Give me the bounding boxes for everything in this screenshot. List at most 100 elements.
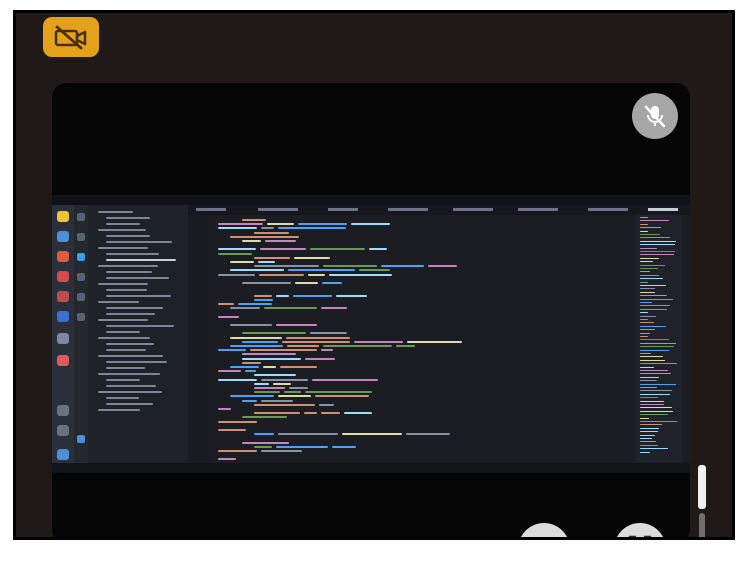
code-line-segment (315, 395, 369, 398)
minimap-line (640, 339, 669, 341)
code-line-segment (230, 366, 259, 368)
activity-icon (77, 253, 85, 261)
code-line-segment (254, 403, 315, 406)
code-line-segment (342, 433, 402, 436)
code-line-segment (230, 307, 260, 310)
minimap-line (640, 349, 669, 351)
code-line-segment (258, 261, 275, 263)
code-line-segment (260, 248, 306, 251)
minimap-line (640, 407, 672, 409)
code-line-segment (265, 240, 296, 242)
minimap-line (640, 366, 654, 368)
code-line-segment (254, 433, 274, 436)
mute-button[interactable] (632, 93, 678, 139)
code-line-segment (218, 315, 239, 318)
code-line-segment (254, 387, 285, 389)
minimap-line (640, 230, 648, 232)
editor-activity-bar (74, 205, 88, 463)
explorer-item (106, 397, 139, 399)
code-line-segment (278, 227, 346, 230)
fullscreen-icon (628, 535, 652, 537)
code-line-segment (230, 324, 272, 326)
minimap-line (640, 342, 676, 344)
dock-app-icon (57, 425, 69, 436)
activity-icon (77, 435, 85, 443)
code-line-segment (407, 340, 462, 343)
line-number-gutter (188, 215, 210, 463)
minimap-line (640, 431, 658, 433)
code-line-segment (396, 345, 415, 347)
code-line-segment (295, 282, 318, 284)
code-line-segment (218, 408, 231, 410)
explorer-item (106, 367, 145, 369)
minimap-line (640, 312, 648, 314)
code-line-segment (276, 445, 328, 448)
minimap-line (640, 404, 664, 405)
activity-icon (77, 213, 85, 221)
explorer-item (106, 361, 167, 363)
code-line-segment (230, 345, 283, 347)
explorer-item (106, 307, 163, 309)
explorer-item (106, 253, 159, 255)
code-line-segment (282, 340, 350, 343)
minimap-line (640, 427, 659, 429)
code-line-segment (319, 403, 334, 406)
minimap-line (640, 387, 657, 388)
shared-screen-content (52, 195, 690, 473)
minimap-line (640, 329, 655, 331)
explorer-item (106, 241, 172, 243)
code-line-segment (230, 235, 299, 238)
minimap-line (640, 268, 658, 269)
minimap-line (640, 424, 662, 426)
code-line-segment (351, 223, 390, 226)
code-line-segment (280, 366, 317, 368)
code-line-segment (321, 349, 333, 352)
code-line-segment (344, 412, 372, 415)
code-line-segment (298, 223, 347, 226)
code-line-segment (329, 273, 392, 276)
code-line-segment (323, 345, 392, 347)
code-line-segment (293, 294, 332, 297)
code-line-segment (254, 298, 273, 301)
minimap-line (640, 257, 659, 259)
share-screen-button[interactable] (518, 523, 570, 537)
minimap-line (640, 380, 657, 382)
explorer-item (98, 409, 140, 411)
code-line-segment (254, 231, 289, 234)
code-line-segment (242, 340, 278, 343)
explorer-item (106, 277, 169, 279)
code-line-segment (288, 269, 355, 272)
code-line-segment (312, 378, 378, 381)
minimap-line (640, 421, 677, 422)
camera-toggle-button[interactable] (43, 17, 99, 57)
minimap-line (640, 417, 649, 419)
minimap-line (640, 434, 655, 436)
minimap-line (640, 383, 676, 385)
minimap-line (640, 353, 651, 354)
code-line-segment (354, 340, 403, 343)
activity-icon (77, 273, 85, 281)
explorer-item (106, 313, 155, 315)
minimap-line (640, 376, 659, 378)
shared-screen-viewer (52, 83, 690, 537)
minimap-line (640, 319, 648, 320)
code-line-segment (261, 378, 308, 381)
code-line-segment (323, 265, 377, 268)
minimap-line (640, 251, 675, 252)
code-line-segment (230, 261, 254, 263)
code-line-segment (261, 227, 274, 230)
minimap-line (640, 234, 660, 235)
fullscreen-button[interactable] (614, 523, 666, 537)
code-line-segment (254, 445, 272, 448)
activity-icon (77, 233, 85, 241)
minimap-line (640, 414, 668, 416)
code-line-segment (261, 450, 302, 452)
code-line-segment (263, 366, 276, 368)
explorer-item (106, 217, 150, 219)
explorer-item (98, 247, 148, 249)
scrollbar-thumb[interactable] (698, 465, 706, 509)
minimap-line (640, 448, 668, 450)
code-line-segment (218, 429, 246, 431)
code-line-segment (359, 269, 390, 272)
scrollbar-track[interactable] (699, 513, 705, 537)
